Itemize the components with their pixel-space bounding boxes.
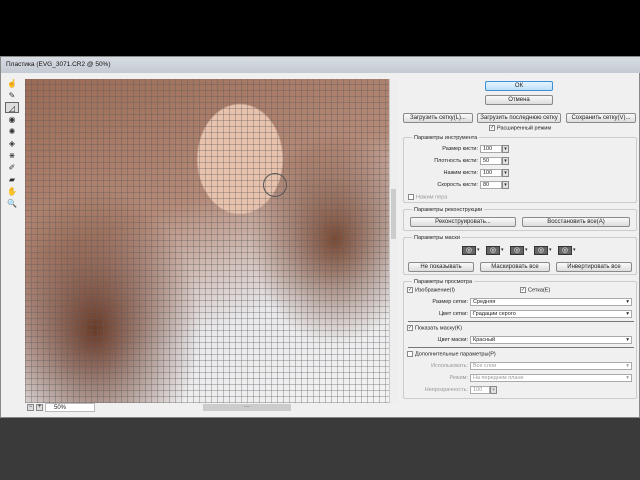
brush-density-dropdown[interactable]: ▾ <box>502 157 509 165</box>
save-mesh-button[interactable]: Сохранить сетку(V)... <box>566 113 636 123</box>
desktop-background <box>0 418 640 480</box>
mask-mode-buttons: ◎ ▾ ◎ ▾ ◎ ▾ ◎ ▾ ◎ ▾ <box>462 246 582 256</box>
invert-all-button[interactable]: Инвертировать все <box>556 262 632 272</box>
reconstruct-options-group: Параметры реконструкции Реконструировать… <box>403 207 637 231</box>
show-mask-checkbox[interactable]: ✓ Показать маску(K) <box>407 325 462 331</box>
stylus-pressure-checkbox[interactable]: Нажим пера <box>408 194 447 200</box>
mask-options-group: Параметры маски ◎ ▾ ◎ ▾ ◎ ▾ ◎ ▾ ◎ ▾ Не показы… <box>403 235 637 275</box>
view-options-group: Параметры просмотра ✓ Изображение(I) ✓ Сет… <box>403 279 637 399</box>
zoom-tool-icon[interactable]: 🔍 <box>5 198 19 209</box>
status-bar: − + 50% ··· <box>25 403 397 413</box>
mask-color-label: Цвет маски: <box>437 337 468 343</box>
image-canvas[interactable] <box>25 79 389 403</box>
options-panel: ОК Отмена Загрузить сетку(L)... Загрузит… <box>399 57 640 419</box>
brush-pressure-dropdown[interactable]: ▾ <box>502 169 509 177</box>
brush-rate-dropdown[interactable]: ▾ <box>502 181 509 189</box>
invert-selection-icon[interactable]: ◎ <box>558 246 572 255</box>
show-image-label: Изображение(I) <box>415 287 455 294</box>
show-mask-label: Показать маску(K) <box>415 325 463 332</box>
reconstruct-button[interactable]: Реконструировать... <box>410 217 516 227</box>
brush-size-input[interactable]: 100 <box>480 145 502 153</box>
brush-pressure-input[interactable]: 100 <box>480 169 502 177</box>
mask-all-button[interactable]: Маскировать все <box>480 262 550 272</box>
hand-tool-icon[interactable]: ✋ <box>5 186 19 197</box>
mesh-size-select[interactable]: Средняя <box>470 298 632 306</box>
show-backdrop-checkbox[interactable]: Дополнительные параметры(P) <box>407 351 496 357</box>
mask-none-button[interactable]: Не показывать <box>408 262 474 272</box>
push-left-tool-icon[interactable]: ⋇ <box>5 150 19 161</box>
group-title: Параметры инструмента <box>412 135 480 141</box>
reconstruct-tool-icon[interactable]: ✎ <box>5 90 19 101</box>
use-select[interactable]: Все слои <box>470 362 632 370</box>
vertical-scrollbar[interactable] <box>389 79 397 403</box>
add-to-selection-icon[interactable]: ◎ <box>486 246 500 255</box>
horizontal-scrollbar[interactable]: ··· <box>203 404 291 411</box>
mesh-overlay <box>25 79 389 403</box>
mode-select[interactable]: На переднем плане <box>470 374 632 382</box>
intersect-selection-icon[interactable]: ◎ <box>534 246 548 255</box>
scroll-thumb[interactable] <box>391 189 396 239</box>
forward-warp-tool-icon[interactable]: ☝ <box>5 78 19 89</box>
liquify-dialog: Пластика (EVG_3071.CR2 @ 50%) ☝ ✎ ◿ ◉ ✺ … <box>0 56 640 418</box>
mesh-color-select[interactable]: Градации серого <box>470 310 632 318</box>
tool-options-group: Параметры инструмента Размер кисти: 100 … <box>403 135 637 203</box>
toolbar: ☝ ✎ ◿ ◉ ✺ ◈ ⋇ ✐ ▰ ✋ 🔍 <box>5 77 23 210</box>
opacity-input[interactable]: 100 <box>470 386 490 394</box>
load-last-mesh-button[interactable]: Загрузить последнюю сетку <box>477 113 561 123</box>
replace-selection-icon[interactable]: ◎ <box>462 246 476 255</box>
freeze-mask-tool-icon[interactable]: ✐ <box>5 162 19 173</box>
twirl-tool-icon[interactable]: ◉ <box>5 114 19 125</box>
advanced-mode-label: Расширенный режим <box>497 125 552 132</box>
brush-size-dropdown[interactable]: ▾ <box>502 145 509 153</box>
zoom-level-input[interactable]: 50% <box>45 403 95 412</box>
opacity-dropdown[interactable]: ▾ <box>490 386 497 394</box>
brush-rate-input[interactable]: 80 <box>480 181 502 189</box>
stylus-pressure-label: Нажим пера <box>416 194 448 201</box>
mask-color-select[interactable]: Красный <box>470 336 632 344</box>
zoom-out-button[interactable]: − <box>27 404 34 411</box>
brush-rate-label: Скорость кисти: <box>437 182 478 188</box>
mesh-color-label: Цвет сетки: <box>438 311 468 317</box>
ok-button[interactable]: ОК <box>485 81 553 91</box>
smooth-tool-icon[interactable]: ◿ <box>5 102 19 113</box>
mode-label: Режим: <box>449 375 469 381</box>
show-mesh-label: Сетка(E) <box>528 287 551 294</box>
advanced-mode-checkbox[interactable]: ✓ Расширенный режим <box>489 125 551 131</box>
subtract-selection-icon[interactable]: ◎ <box>510 246 524 255</box>
brush-pressure-label: Нажим кисти: <box>443 170 478 176</box>
mesh-size-label: Размер сетки: <box>432 299 468 305</box>
bloat-tool-icon[interactable]: ◈ <box>5 138 19 149</box>
brush-density-label: Плотность кисти: <box>434 158 478 164</box>
pucker-tool-icon[interactable]: ✺ <box>5 126 19 137</box>
thaw-mask-tool-icon[interactable]: ▰ <box>5 174 19 185</box>
cancel-button[interactable]: Отмена <box>485 95 553 105</box>
group-title: Параметры просмотра <box>412 279 475 285</box>
brush-density-input[interactable]: 50 <box>480 157 502 165</box>
divider <box>408 321 634 322</box>
show-backdrop-label: Дополнительные параметры(P) <box>415 351 496 358</box>
load-mesh-button[interactable]: Загрузить сетку(L)... <box>403 113 473 123</box>
use-label: Использовать: <box>431 363 468 369</box>
show-image-checkbox[interactable]: ✓ Изображение(I) <box>407 287 455 293</box>
divider <box>408 347 634 348</box>
restore-all-button[interactable]: Восстановить все(A) <box>522 217 630 227</box>
opacity-label: Непрозрачность: <box>424 387 468 393</box>
group-title: Параметры маски <box>412 235 462 241</box>
zoom-in-button[interactable]: + <box>36 404 43 411</box>
group-title: Параметры реконструкции <box>412 207 485 213</box>
brush-size-label: Размер кисти: <box>442 146 478 152</box>
brush-cursor <box>263 173 287 197</box>
show-mesh-checkbox[interactable]: ✓ Сетка(E) <box>520 287 550 293</box>
